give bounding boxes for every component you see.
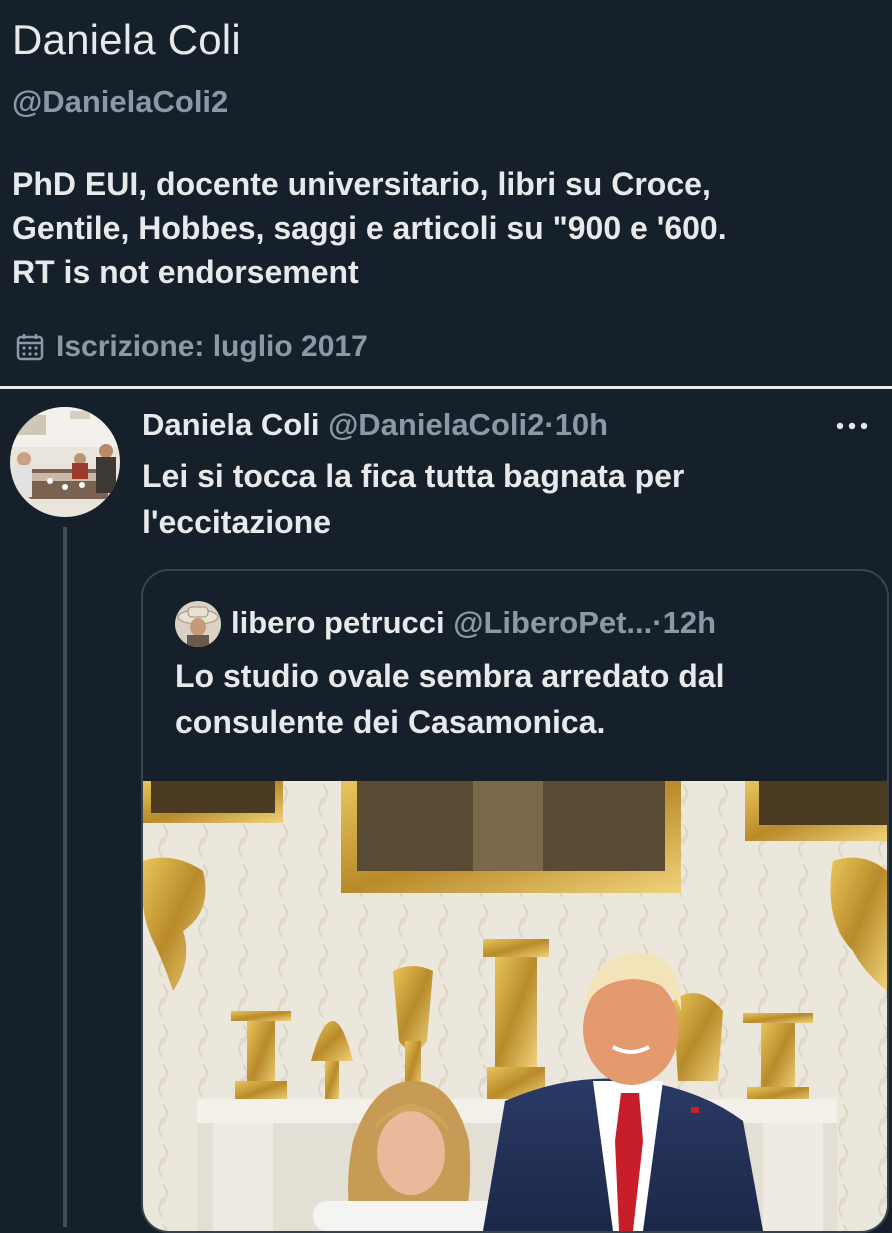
quote-author-name[interactable]: libero petrucci — [231, 605, 445, 640]
quoted-tweet[interactable]: libero petrucci @LiberoPet...·12h Lo stu… — [141, 569, 889, 1233]
thread-line — [63, 527, 67, 1227]
quote-separator: · — [652, 605, 663, 640]
quote-text-line: Lo studio ovale sembra arredato dal — [175, 658, 725, 694]
quote-text: Lo studio ovale sembra arredato dal cons… — [175, 653, 865, 745]
tweet-text-line: l'eccitazione — [142, 504, 332, 540]
tweet-text-line: Lei si tocca la fica tutta bagnata per — [142, 458, 685, 494]
profile-bio: PhD EUI, docente universitario, libri su… — [12, 162, 887, 294]
profile-handle[interactable]: @DanielaColi2 — [12, 84, 228, 120]
quote-time[interactable]: 12h — [663, 605, 716, 640]
quote-media-image[interactable] — [143, 781, 887, 1231]
quote-avatar[interactable] — [175, 601, 221, 647]
tweet[interactable]: Daniela Coli @DanielaColi2·10h Lei si to… — [0, 389, 892, 1233]
joined-date: Iscrizione: luglio 2017 — [14, 330, 368, 364]
profile-display-name: Daniela Coli — [12, 16, 241, 63]
more-horizontal-icon[interactable] — [834, 419, 870, 431]
quote-header: libero petrucci @LiberoPet...·12h — [231, 605, 716, 641]
joined-label: Iscrizione: luglio 2017 — [56, 330, 368, 363]
quote-author-handle[interactable]: @LiberoPet... — [453, 605, 652, 640]
calendar-icon — [14, 331, 46, 363]
profile-header: Daniela Coli @DanielaColi2 PhD EUI, doce… — [0, 0, 892, 386]
tweet-time[interactable]: 10h — [555, 407, 608, 442]
tweet-text: Lei si tocca la fica tutta bagnata per l… — [142, 453, 862, 545]
tweet-author-name[interactable]: Daniela Coli — [142, 407, 319, 442]
tweet-separator: · — [544, 407, 555, 442]
tweet-header: Daniela Coli @DanielaColi2·10h — [142, 407, 608, 443]
quote-text-line: consulente dei Casamonica. — [175, 704, 606, 740]
avatar[interactable] — [10, 407, 120, 517]
bio-line: Gentile, Hobbes, saggi e articoli su "90… — [12, 210, 727, 246]
bio-line: RT is not endorsement — [12, 254, 359, 290]
tweet-author-handle[interactable]: @DanielaColi2 — [328, 407, 544, 442]
bio-line: PhD EUI, docente universitario, libri su… — [12, 166, 711, 202]
